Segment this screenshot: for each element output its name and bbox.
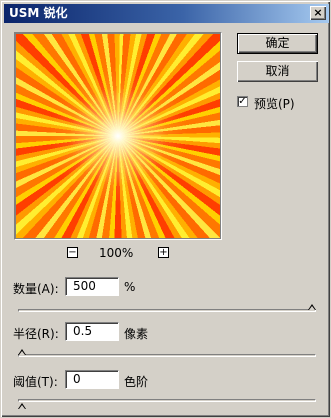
zoom-in-button[interactable]: + — [158, 247, 169, 258]
preview-checkbox-label[interactable]: 预览(P) — [254, 95, 295, 112]
preview-checkbox[interactable]: ✓ — [237, 96, 248, 107]
amount-slider-track[interactable] — [18, 309, 316, 312]
threshold-label: 阈值(T): — [13, 375, 58, 389]
threshold-slider-thumb[interactable] — [18, 403, 27, 411]
title-bar[interactable]: USM 锐化 × — [4, 4, 329, 23]
radius-input[interactable]: 0.5 — [65, 322, 119, 341]
zoom-level: 100% — [99, 246, 134, 260]
usm-sharpen-dialog: USM 锐化 × − 100% + 确定 取消 ✓ 预览(P) 数量(A): 5… — [0, 0, 331, 418]
checkmark-icon: ✓ — [238, 96, 247, 107]
preview-frame[interactable] — [14, 32, 222, 240]
threshold-unit: 色阶 — [124, 375, 149, 389]
radius-unit: 像素 — [124, 327, 149, 341]
radius-slider-track[interactable] — [18, 354, 316, 357]
radius-label: 半径(R): — [13, 327, 59, 341]
amount-input[interactable]: 500 — [65, 277, 119, 296]
amount-label: 数量(A): — [13, 282, 59, 296]
threshold-slider-track[interactable] — [18, 399, 316, 402]
radius-slider-thumb[interactable] — [18, 349, 27, 357]
cancel-button[interactable]: 取消 — [237, 61, 318, 82]
plus-icon: + — [159, 247, 168, 258]
preview-image[interactable] — [16, 34, 220, 238]
threshold-input[interactable]: 0 — [65, 370, 119, 389]
ok-button[interactable]: 确定 — [237, 33, 318, 54]
amount-unit: % — [124, 280, 136, 294]
amount-slider-thumb[interactable] — [308, 304, 317, 312]
minus-icon: − — [68, 247, 77, 258]
close-icon: × — [313, 6, 323, 19]
dialog-title: USM 锐化 — [9, 6, 68, 20]
close-button[interactable]: × — [310, 6, 326, 20]
zoom-out-button[interactable]: − — [67, 247, 78, 258]
